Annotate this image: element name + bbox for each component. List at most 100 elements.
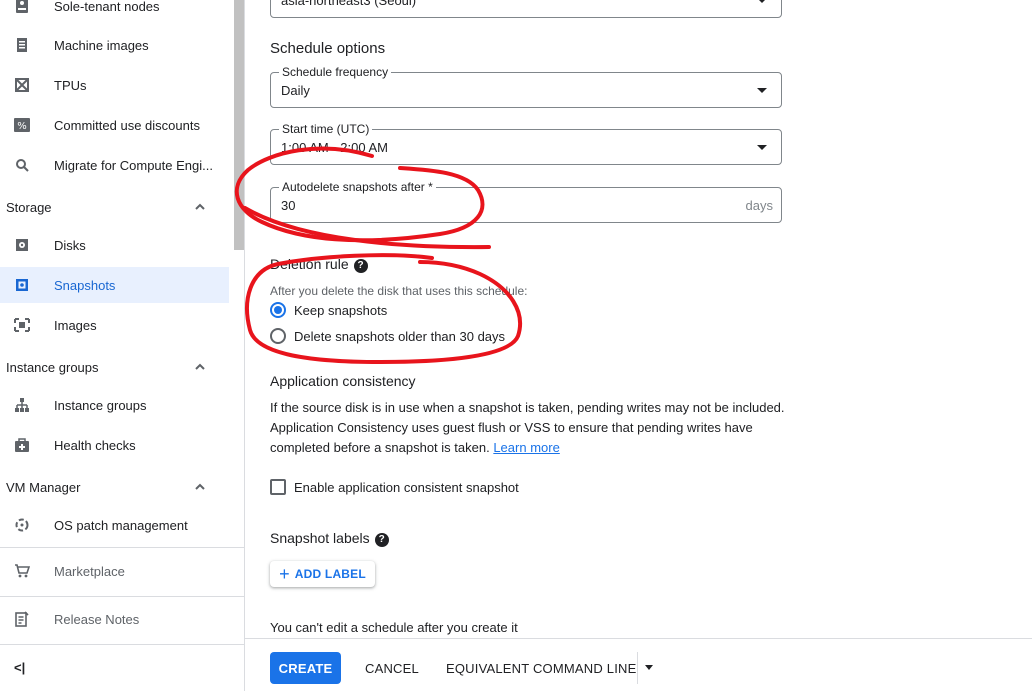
snapshot-labels-title: Snapshot labels? [270,530,389,547]
release-notes-icon [14,611,30,627]
sidebar-item-machine-images[interactable]: Machine images [0,27,229,63]
dropdown-caret-icon[interactable] [645,665,653,670]
sidebar-item-label: Snapshots [54,277,116,293]
sidebar-item-migrate[interactable]: Migrate for Compute Engi... [0,147,229,183]
edit-note: You can't edit a schedule after you crea… [270,620,518,635]
sidebar-item-sole-tenant-nodes[interactable]: Sole-tenant nodes [0,0,229,24]
app-consistency-text: If the source disk is in use when a snap… [270,398,790,458]
collapse-sidebar-button[interactable]: <| [14,660,25,675]
sidebar-item-label: Release Notes [54,611,140,627]
sidebar-item-marketplace[interactable]: Marketplace [0,553,229,589]
chevron-up-icon [195,363,205,370]
autodelete-input[interactable]: Autodelete snapshots after * 30 days [270,180,782,223]
main-form: asia-northeast3 (Seoul) Schedule options… [245,0,1032,691]
deletion-rule-title-text: Deletion rule [270,256,349,272]
sidebar-item-label: Machine images [54,37,149,53]
dropdown-caret-icon [757,145,767,150]
sidebar-item-label: Images [54,317,97,333]
help-icon[interactable]: ? [374,533,389,547]
create-button[interactable]: CREATE [270,652,341,684]
machine-image-icon [14,37,30,53]
sidebar-item-label: Disks [54,237,86,253]
help-icon[interactable]: ? [353,259,368,273]
sidebar-item-label: TPUs [54,77,87,93]
sidebar-item-label: Committed use discounts [54,117,200,133]
sidebar-item-label: Health checks [54,437,136,453]
percent-icon: % [14,117,30,133]
sidebar-item-health-checks[interactable]: Health checks [0,427,229,463]
schedule-frequency-label: Schedule frequency [279,65,392,79]
disk-icon [14,237,30,253]
radio-label: Keep snapshots [294,302,388,318]
checkbox[interactable] [270,479,286,495]
start-time-value: 1:00 AM - 2:00 AM [281,140,388,155]
section-vm-manager[interactable]: VM Manager [0,469,229,505]
sidebar-divider [0,596,244,597]
collapse-icon: <| [14,660,26,675]
sidebar-divider [0,644,244,645]
autodelete-suffix: days [745,198,773,213]
start-time-select[interactable]: Start time (UTC) 1:00 AM - 2:00 AM [270,122,782,165]
add-label-text: ADD LABEL [294,567,366,581]
patch-icon [14,517,30,533]
health-check-icon [14,437,30,453]
section-title: Storage [6,199,52,215]
radio-delete-older[interactable]: Delete snapshots older than 30 days [270,328,505,344]
instance-groups-icon [14,397,30,413]
image-icon [14,317,30,333]
radio-label: Delete snapshots older than 30 days [294,328,506,344]
region-select[interactable]: asia-northeast3 (Seoul) [270,0,782,18]
sidebar-item-label: Migrate for Compute Engi... [54,157,213,173]
sidebar-item-label: OS patch management [54,517,188,533]
sidebar-item-label: Marketplace [54,563,125,579]
sidebar-item-os-patch-management[interactable]: OS patch management [0,507,229,543]
schedule-frequency-select[interactable]: Schedule frequency Daily [270,65,782,108]
start-time-label: Start time (UTC) [279,122,373,136]
region-value: asia-northeast3 (Seoul) [281,0,417,8]
section-title: Instance groups [6,359,99,375]
dropdown-caret-icon [757,88,767,93]
learn-more-link[interactable]: Learn more [493,440,559,455]
sidebar-item-disks[interactable]: Disks [0,227,229,263]
snapshot-labels-title-text: Snapshot labels [270,530,370,546]
deletion-rule-title: Deletion rule? [270,256,368,273]
snapshot-icon [14,277,30,293]
add-label-button[interactable]: + ADD LABEL [270,561,375,587]
sidebar-item-images[interactable]: Images [0,307,229,343]
action-bar: CREATE CANCEL EQUIVALENT COMMAND LINE [245,638,1032,691]
app-consistent-checkbox-row[interactable]: Enable application consistent snapshot [270,479,519,495]
sidebar-divider [0,547,244,548]
radio-keep-snapshots[interactable]: Keep snapshots [270,302,387,318]
section-title: VM Manager [6,479,81,495]
chevron-up-icon [195,203,205,210]
checkbox-label: Enable application consistent snapshot [294,479,519,495]
app-consistency-title: Application consistency [270,373,416,389]
sidebar-item-tpus[interactable]: TPUs [0,67,229,103]
chevron-up-icon [195,483,205,490]
sidebar-item-instance-groups[interactable]: Instance groups [0,387,229,423]
sidebar-scrollbar[interactable] [234,0,244,250]
schedule-options-title: Schedule options [270,40,386,57]
sidebar-item-committed-use-discounts[interactable]: % Committed use discounts [0,107,229,143]
section-instance-groups[interactable]: Instance groups [0,349,229,385]
plus-icon: + [279,564,290,584]
equivalent-command-line-button[interactable]: EQUIVALENT COMMAND LINE [446,652,637,684]
cart-icon [14,563,30,579]
sidebar-item-release-notes[interactable]: Release Notes [0,601,229,637]
sidebar: Sole-tenant nodes Machine images TPUs % … [0,0,245,691]
cancel-button[interactable]: CANCEL [365,652,419,684]
radio-unchecked[interactable] [270,328,286,344]
sidebar-item-label: Sole-tenant nodes [54,0,160,14]
autodelete-value: 30 [281,198,296,213]
schedule-frequency-value: Daily [281,83,310,98]
section-storage[interactable]: Storage [0,189,229,225]
sidebar-item-snapshots[interactable]: Snapshots [0,267,229,303]
deletion-rule-hint: After you delete the disk that uses this… [270,284,528,298]
sidebar-item-label: Instance groups [54,397,147,413]
autodelete-label: Autodelete snapshots after * [279,180,436,194]
dropdown-caret-icon [757,0,767,3]
button-separator [637,652,638,684]
svg-text:%: % [17,121,27,132]
radio-checked[interactable] [270,302,286,318]
server-icon [14,0,30,14]
